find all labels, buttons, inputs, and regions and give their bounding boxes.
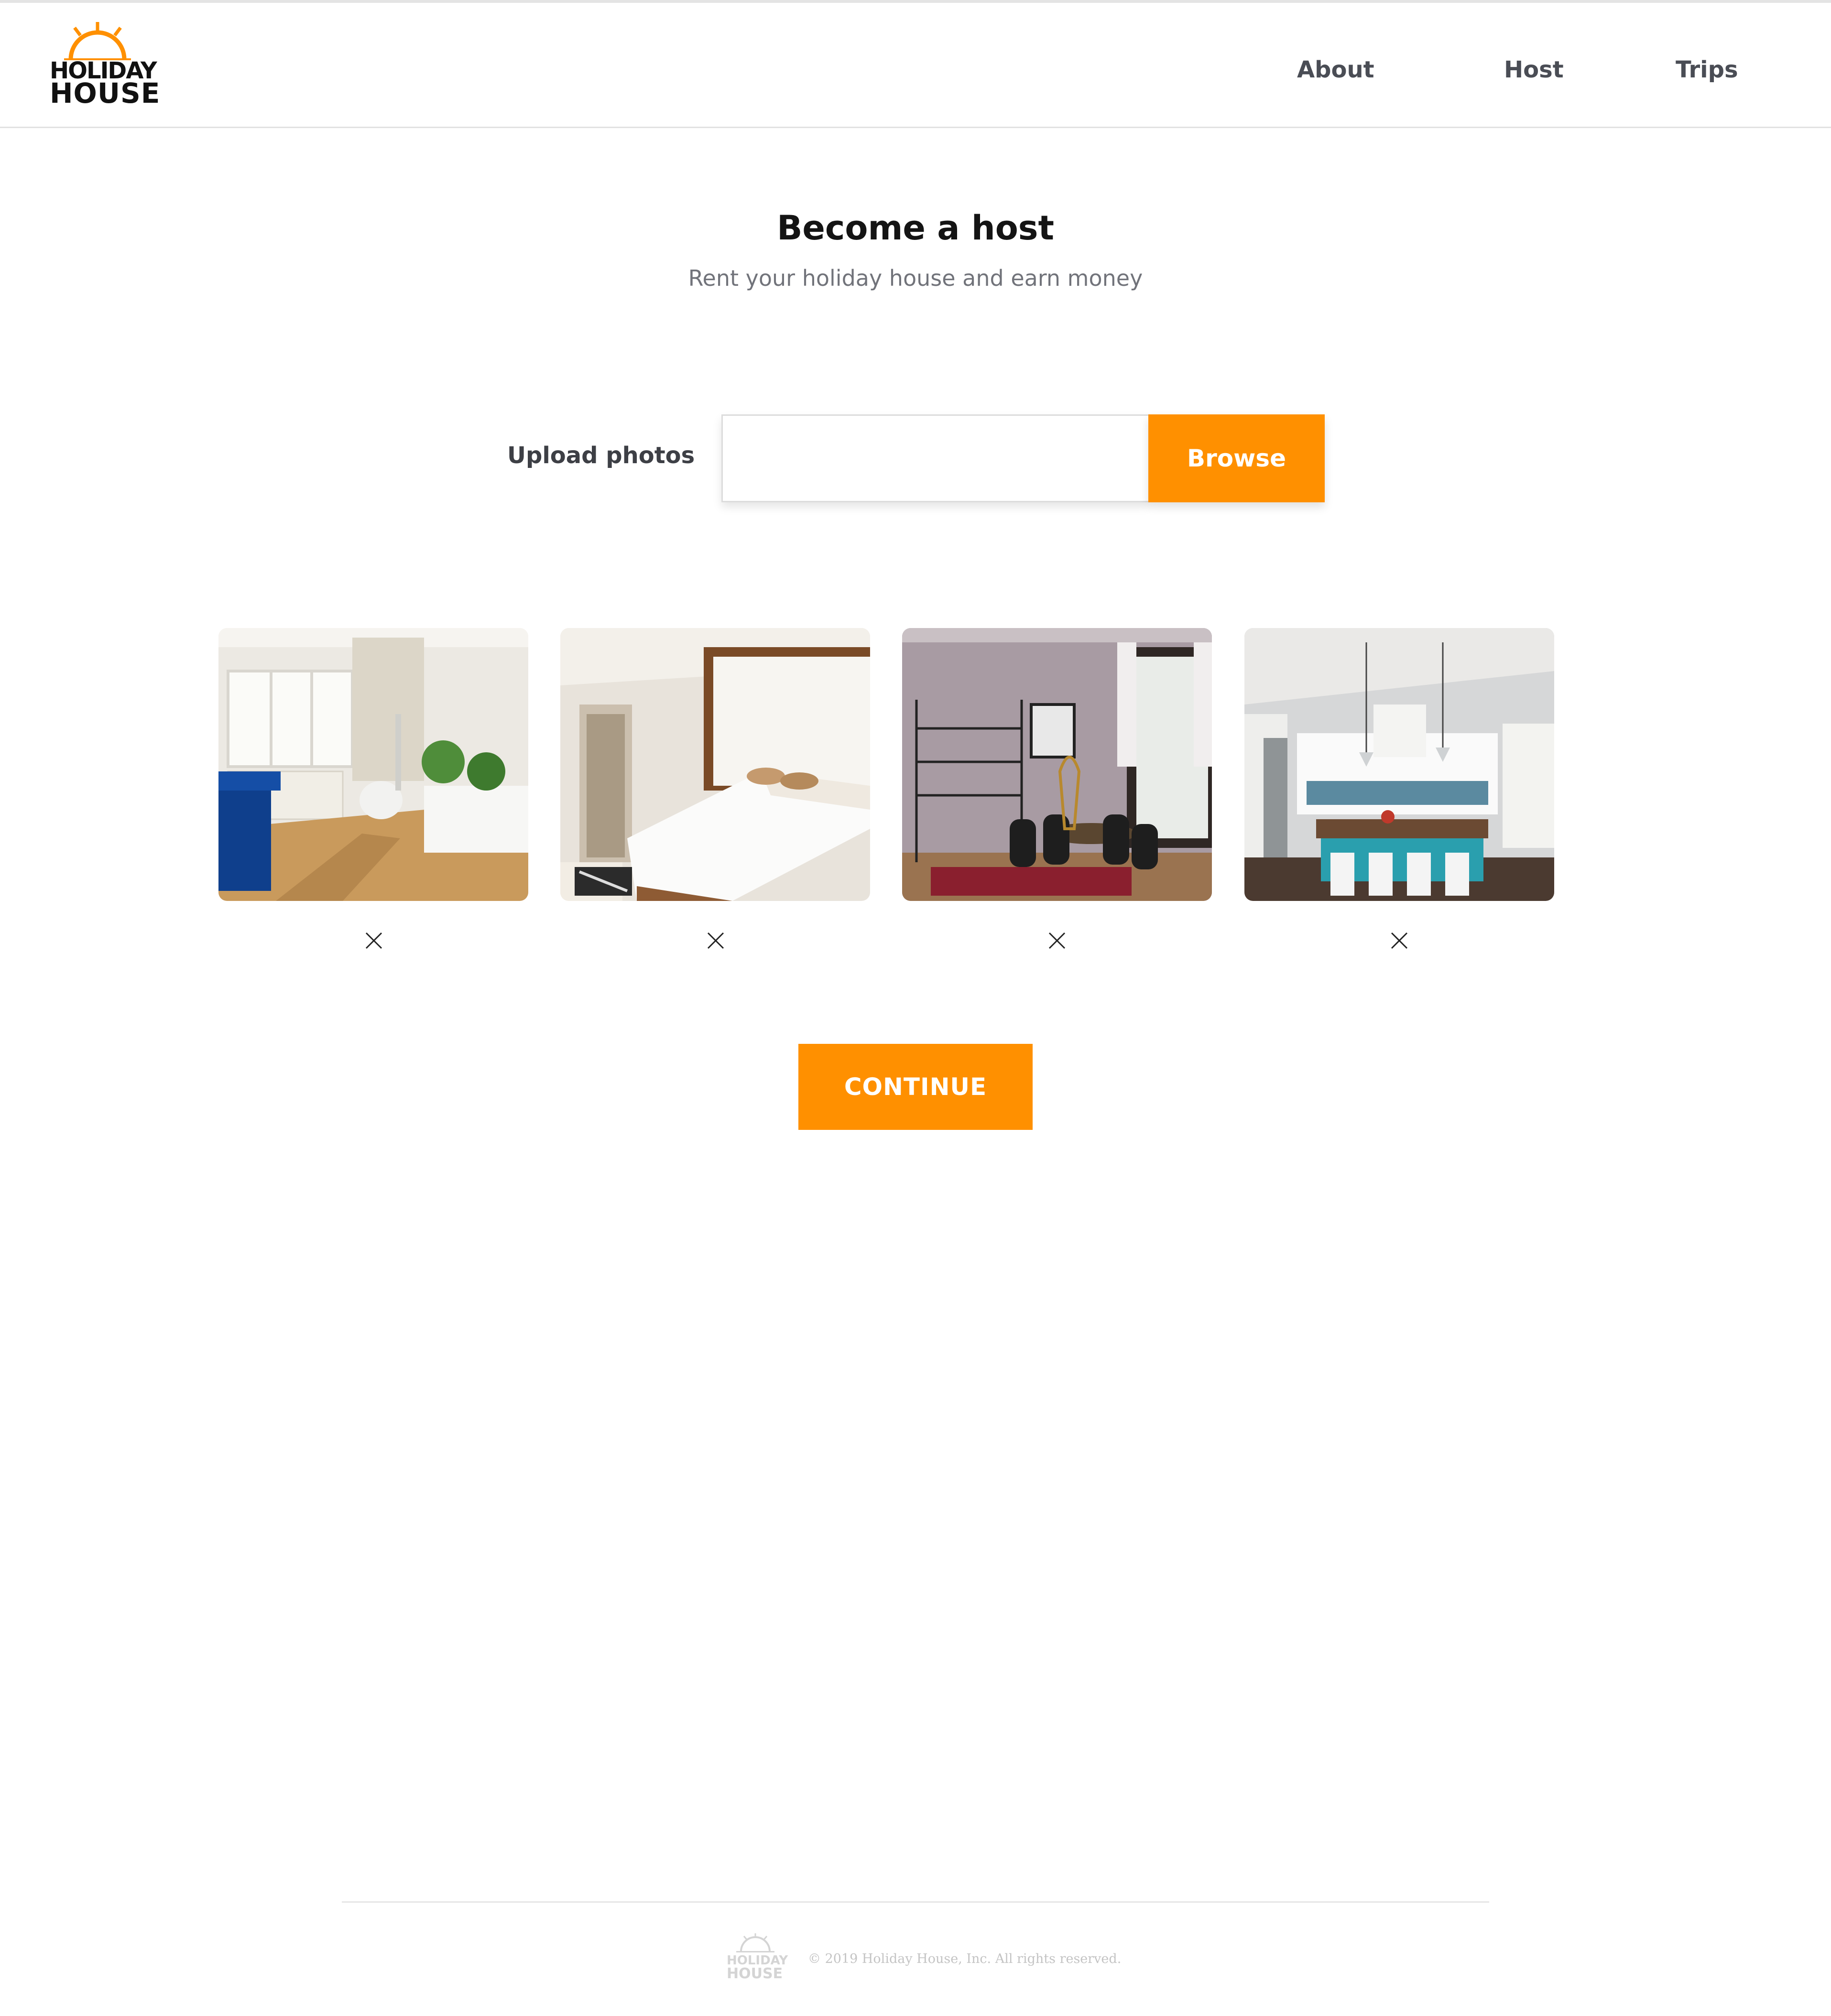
sun-icon	[64, 22, 131, 60]
remove-photo-close-icon[interactable]	[706, 931, 725, 950]
footer-divider	[342, 1901, 1489, 1903]
footer-logo-text-house: HOUSE	[727, 1965, 783, 1982]
site-header: HOLIDAY HOUSE About Host Trips	[0, 3, 1831, 128]
photo-thumbnail-kitchen	[1244, 628, 1554, 901]
photo-thumbnail-bedroom	[560, 628, 870, 901]
remove-photo-close-icon[interactable]	[1390, 931, 1409, 950]
page-title: Become a host	[777, 208, 1054, 248]
browse-button[interactable]: Browse	[1148, 414, 1325, 502]
holiday-house-logo[interactable]: HOLIDAY HOUSE	[50, 22, 160, 108]
nav-about-link[interactable]: About	[1297, 56, 1374, 83]
remove-photo-close-icon[interactable]	[364, 931, 383, 950]
photo-thumbnail-dining-room	[902, 628, 1212, 901]
nav-host-link[interactable]: Host	[1504, 56, 1564, 83]
nav-trips-link[interactable]: Trips	[1676, 56, 1738, 83]
footer-logo: HOLIDAY HOUSE	[727, 1933, 788, 1982]
upload-photos-label: Upload photos	[507, 442, 695, 469]
continue-button[interactable]: CONTINUE	[798, 1044, 1033, 1130]
photo-thumbnail-living-room	[218, 628, 528, 901]
remove-photo-close-icon[interactable]	[1047, 931, 1067, 950]
upload-file-input[interactable]	[721, 414, 1148, 502]
logo-text-house: HOUSE	[50, 77, 161, 109]
copyright-text: © 2019 Holiday House, Inc. All rights re…	[808, 1951, 1122, 1966]
page-subtitle: Rent your holiday house and earn money	[688, 265, 1143, 291]
sun-icon	[736, 1933, 774, 1952]
